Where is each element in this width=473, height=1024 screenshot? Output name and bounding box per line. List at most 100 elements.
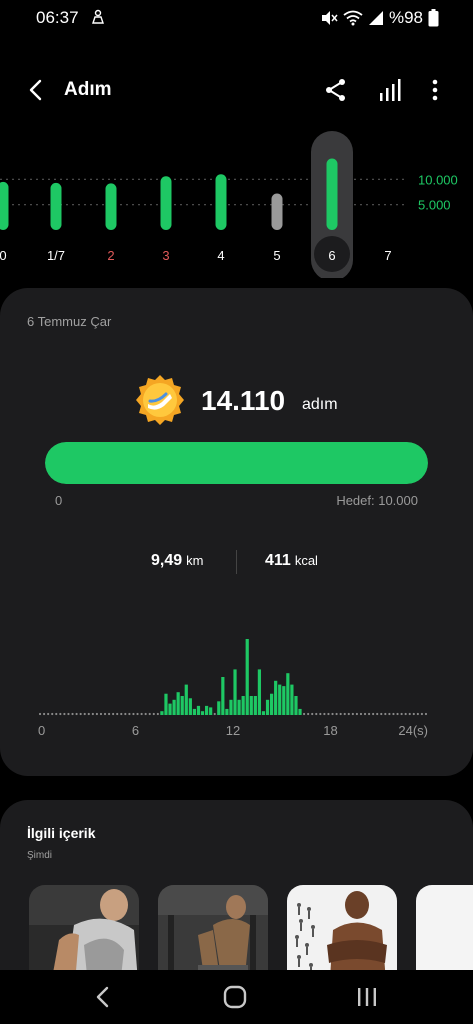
hourly-bar <box>298 708 302 715</box>
weekly-day-label: 0 <box>0 248 7 263</box>
distance-value: 9,49 <box>151 552 183 569</box>
nav-home-icon[interactable] <box>222 984 248 1010</box>
hourly-empty-dot <box>331 712 334 716</box>
hourly-bar <box>257 669 262 715</box>
system-nav-bar <box>0 970 473 1024</box>
calories-metric: 411 kcal <box>265 552 318 570</box>
hourly-empty-dot <box>315 712 318 716</box>
weekly-day-label: 6 <box>328 248 335 263</box>
related-title: İlgili içerik <box>27 825 96 841</box>
hourly-empty-dot <box>363 712 367 716</box>
hourly-empty-dot <box>75 712 78 716</box>
status-bar: 06:37 %98 <box>0 0 473 36</box>
hourly-empty-dot <box>47 712 50 716</box>
more-vertical-icon[interactable] <box>424 76 446 104</box>
hourly-empty-dot <box>51 712 54 716</box>
distance-metric: 9,49 km <box>151 552 203 570</box>
hourly-empty-dot <box>355 712 359 716</box>
weekly-bar <box>326 158 338 230</box>
signal-icon <box>368 11 383 25</box>
hourly-empty-dot <box>99 712 103 716</box>
hourly-bar <box>278 684 282 715</box>
hourly-bar <box>164 693 168 715</box>
share-icon[interactable] <box>323 76 349 104</box>
nav-recent-icon[interactable] <box>355 986 379 1008</box>
status-time: 06:37 <box>36 8 79 27</box>
hourly-bar <box>249 696 253 715</box>
hourly-empty-dot <box>63 712 66 716</box>
hourly-empty-dot <box>420 712 424 716</box>
hourly-bar <box>237 699 241 715</box>
weekly-bar <box>271 193 283 230</box>
weekly-chart-svg: 10.000 5.000 0 1/7 2 3 4 5 6 7 <box>0 131 458 278</box>
hourly-bar <box>172 699 176 715</box>
weekly-steps-chart[interactable]: 10.000 5.000 0 1/7 2 3 4 5 6 7 <box>0 128 473 278</box>
hourly-empty-dot <box>367 712 371 716</box>
goal-progress-fill <box>45 442 428 484</box>
hourly-empty-dot <box>124 712 127 716</box>
hourly-empty-dot <box>59 712 62 716</box>
hourly-empty-dot <box>38 712 42 716</box>
hourly-bar <box>294 696 298 715</box>
hourly-empty-dot <box>107 712 111 716</box>
hourly-empty-dot <box>87 712 90 716</box>
notification-app-icon <box>92 9 104 24</box>
hourly-bar <box>168 703 172 715</box>
wifi-icon <box>343 10 363 26</box>
hourly-bar <box>229 699 233 715</box>
nav-back-icon[interactable] <box>92 985 114 1009</box>
battery-percentage: %98 <box>388 8 423 27</box>
hourly-empty-dot <box>388 712 391 716</box>
summary-date: 6 Temmuz Çar <box>27 314 112 329</box>
back-arrow-icon[interactable] <box>22 76 50 104</box>
hourly-empty-dot <box>307 712 310 716</box>
hourly-empty-dot <box>302 712 306 716</box>
hourly-bar <box>241 696 245 715</box>
weekly-day-label: 2 <box>107 248 114 263</box>
weekly-day-label: 4 <box>217 248 224 263</box>
hourly-empty-dot <box>372 712 375 716</box>
hourly-bar <box>184 684 188 715</box>
progress-min-label: 0 <box>55 493 63 508</box>
hourly-tick-label: 18 <box>323 723 337 738</box>
hourly-bar <box>217 701 221 715</box>
hourly-tick-label: 6 <box>132 723 139 738</box>
hourly-bar <box>233 669 237 715</box>
hourly-empty-dot <box>376 712 379 716</box>
weekly-gridline-label: 5.000 <box>418 198 451 213</box>
hourly-empty-dot <box>424 712 428 716</box>
steps-unit: adım <box>302 396 338 413</box>
goal-achieved-medal-icon <box>136 375 184 425</box>
hourly-empty-dot <box>95 712 99 716</box>
hourly-empty-dot <box>71 712 74 716</box>
hourly-empty-dot <box>152 712 155 716</box>
weekly-day-label: 7 <box>384 248 391 263</box>
hourly-empty-dot <box>136 712 139 716</box>
mute-icon <box>321 11 338 25</box>
hourly-bar <box>261 711 266 715</box>
hourly-empty-dot <box>128 712 131 716</box>
bar-chart-icon[interactable] <box>378 76 404 104</box>
hourly-empty-dot <box>347 712 350 716</box>
hourly-bar <box>221 677 225 715</box>
goal-progress-bar <box>45 442 428 484</box>
hourly-empty-dot <box>359 712 363 716</box>
hourly-empty-dot <box>83 712 86 716</box>
weekly-bar <box>215 174 227 230</box>
hourly-bar <box>204 705 209 715</box>
hourly-bar <box>200 711 205 715</box>
weekly-gridline-label: 10.000 <box>418 172 458 187</box>
weekly-bar <box>50 182 62 230</box>
page-title: Adım <box>64 79 112 100</box>
hourly-bar <box>176 692 180 715</box>
weekly-bar <box>160 176 172 230</box>
hourly-empty-dot <box>116 712 119 716</box>
hourly-empty-dot <box>343 712 346 716</box>
hourly-empty-dot <box>319 712 322 716</box>
hourly-empty-dot <box>120 712 123 716</box>
hourly-bar <box>269 693 274 715</box>
hourly-empty-dot <box>392 712 395 716</box>
metric-divider <box>236 550 237 574</box>
hourly-tick-label: 0 <box>38 723 45 738</box>
hourly-empty-dot <box>67 712 70 716</box>
